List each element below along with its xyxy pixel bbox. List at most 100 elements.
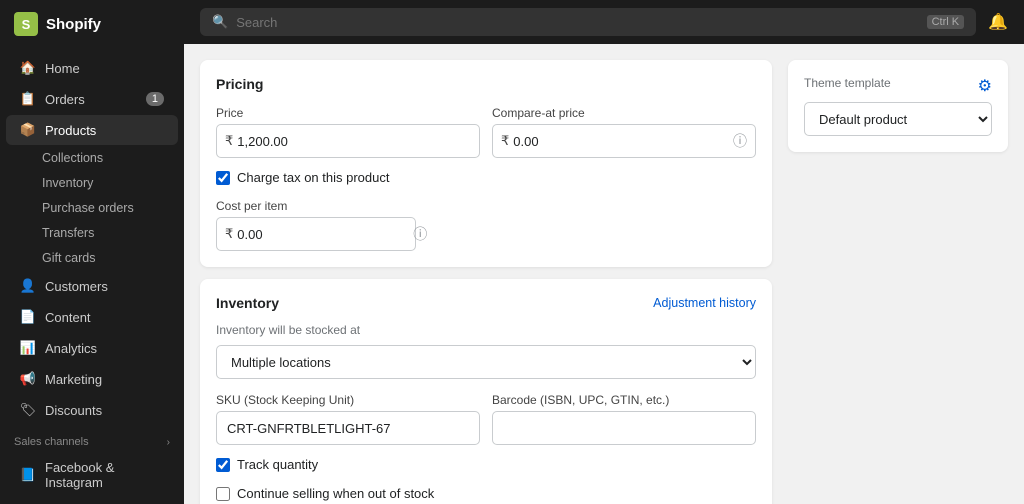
notification-bell-icon[interactable]: 🔔	[988, 12, 1008, 32]
theme-settings-icon[interactable]: ⚙	[978, 76, 992, 96]
price-row: Price ₹ Compare-at price ₹ ⓘ	[216, 106, 756, 158]
barcode-field-group: Barcode (ISBN, UPC, GTIN, etc.)	[492, 393, 756, 445]
sidebar-item-products[interactable]: 📦 Products	[6, 115, 178, 145]
continue-selling-checkbox[interactable]	[216, 487, 230, 501]
sidebar-subitem-purchase-orders[interactable]: Purchase orders	[6, 196, 178, 220]
location-select[interactable]: Multiple locations Single location	[216, 345, 756, 379]
app-logo[interactable]: S Shopify	[0, 0, 184, 48]
cost-input-wrapper: ₹ ⓘ	[216, 217, 416, 251]
sidebar-subitem-inventory[interactable]: Inventory	[6, 171, 178, 195]
sidebar-item-label: Customers	[45, 279, 108, 294]
theme-template-card: Theme template ⚙ Default product Custom	[788, 60, 1008, 152]
search-shortcut: Ctrl K	[927, 15, 965, 29]
transfers-label: Transfers	[42, 226, 94, 240]
app-name: Shopify	[46, 16, 101, 33]
search-input[interactable]	[236, 15, 918, 30]
customers-icon: 👤	[20, 278, 36, 294]
sidebar-item-label: Products	[45, 123, 96, 138]
track-quantity-row: Track quantity	[216, 457, 756, 472]
sidebar: S Shopify 🏠 Home 📋 Orders 1 📦 Products C…	[0, 0, 184, 504]
sidebar-item-content[interactable]: 📄 Content	[6, 302, 178, 332]
sidebar-item-label: Marketing	[45, 372, 102, 387]
sidebar-item-label: Content	[45, 310, 91, 325]
track-quantity-label: Track quantity	[237, 457, 318, 472]
sales-channels-label: Sales channels	[14, 436, 89, 448]
sidebar-subitem-collections[interactable]: Collections	[6, 146, 178, 170]
sidebar-item-label: Analytics	[45, 341, 97, 356]
compare-info-icon[interactable]: ⓘ	[733, 131, 747, 151]
cost-field-group: Cost per item ₹ ⓘ	[216, 199, 416, 251]
facebook-icon: 📘	[20, 467, 36, 483]
orders-badge: 1	[146, 92, 164, 106]
sidebar-item-home[interactable]: 🏠 Home	[6, 53, 178, 83]
pricing-card: Pricing Price ₹ Compare-at price ₹	[200, 60, 772, 267]
sidebar-item-facebook-instagram[interactable]: 📘 Facebook & Instagram	[6, 453, 178, 497]
sku-field-group: SKU (Stock Keeping Unit)	[216, 393, 480, 445]
sidebar-item-label: Discounts	[45, 403, 102, 418]
sidebar-item-customers[interactable]: 👤 Customers	[6, 271, 178, 301]
sidebar-item-orders[interactable]: 📋 Orders 1	[6, 84, 178, 114]
sidebar-item-label: Home	[45, 61, 80, 76]
cost-label: Cost per item	[216, 199, 416, 213]
sidebar-item-analytics[interactable]: 📊 Analytics	[6, 333, 178, 363]
cost-input[interactable]	[237, 227, 413, 242]
analytics-icon: 📊	[20, 340, 36, 356]
continue-selling-label: Continue selling when out of stock	[237, 486, 434, 501]
sidebar-subitem-gift-cards[interactable]: Gift cards	[6, 246, 178, 270]
charge-tax-checkbox[interactable]	[216, 171, 230, 185]
purchase-orders-label: Purchase orders	[42, 201, 134, 215]
shopify-icon: S	[14, 12, 38, 36]
barcode-label: Barcode (ISBN, UPC, GTIN, etc.)	[492, 393, 756, 407]
compare-price-input[interactable]	[513, 134, 733, 149]
price-input-wrapper: ₹	[216, 124, 480, 158]
cost-currency-symbol: ₹	[225, 226, 233, 242]
sidebar-subitem-transfers[interactable]: Transfers	[6, 221, 178, 245]
sidebar-item-label: Orders	[45, 92, 85, 107]
search-icon: 🔍	[212, 14, 228, 30]
barcode-input[interactable]	[492, 411, 756, 445]
home-icon: 🏠	[20, 60, 36, 76]
compare-price-label: Compare-at price	[492, 106, 756, 120]
discounts-icon: 🏷	[20, 402, 36, 418]
price-field-group: Price ₹	[216, 106, 480, 158]
orders-icon: 📋	[20, 91, 36, 107]
charge-tax-label: Charge tax on this product	[237, 170, 389, 185]
price-currency-symbol: ₹	[225, 133, 233, 149]
compare-price-field-group: Compare-at price ₹ ⓘ	[492, 106, 756, 158]
theme-template-label: Theme template	[804, 76, 891, 90]
track-quantity-checkbox[interactable]	[216, 458, 230, 472]
products-icon: 📦	[20, 122, 36, 138]
theme-template-select[interactable]: Default product Custom	[804, 102, 992, 136]
content-icon: 📄	[20, 309, 36, 325]
continue-selling-row: Continue selling when out of stock	[216, 486, 756, 501]
inventory-card: Inventory Adjustment history Inventory w…	[200, 279, 772, 504]
cost-info-icon[interactable]: ⓘ	[413, 224, 427, 244]
adjustment-history-link[interactable]: Adjustment history	[653, 296, 756, 310]
sidebar-item-marketing[interactable]: 📢 Marketing	[6, 364, 178, 394]
sales-channels-section: Sales channels ›	[0, 426, 184, 452]
sidebar-item-online-store[interactable]: 🏪 Online Store	[6, 498, 178, 504]
stocked-at-label: Inventory will be stocked at	[216, 323, 756, 337]
compare-input-wrapper: ₹ ⓘ	[492, 124, 756, 158]
price-label: Price	[216, 106, 480, 120]
page-body: Pricing Price ₹ Compare-at price ₹	[184, 44, 1024, 504]
gift-cards-label: Gift cards	[42, 251, 96, 265]
inventory-title: Inventory	[216, 295, 279, 311]
topbar: 🔍 Ctrl K 🔔	[184, 0, 1024, 44]
sku-input[interactable]	[216, 411, 480, 445]
inventory-header: Inventory Adjustment history	[216, 295, 756, 311]
facebook-label: Facebook & Instagram	[45, 460, 164, 490]
pricing-title: Pricing	[216, 76, 756, 92]
sidebar-item-discounts[interactable]: 🏷 Discounts	[6, 395, 178, 425]
expand-icon: ›	[167, 437, 170, 448]
sku-label: SKU (Stock Keeping Unit)	[216, 393, 480, 407]
right-column: Theme template ⚙ Default product Custom	[788, 60, 1008, 488]
inventory-label: Inventory	[42, 176, 93, 190]
search-box[interactable]: 🔍 Ctrl K	[200, 8, 976, 36]
price-input[interactable]	[237, 134, 471, 149]
center-column: Pricing Price ₹ Compare-at price ₹	[200, 60, 772, 488]
charge-tax-row: Charge tax on this product	[216, 170, 756, 185]
sidebar-nav: 🏠 Home 📋 Orders 1 📦 Products Collections…	[0, 48, 184, 504]
compare-currency-symbol: ₹	[501, 133, 509, 149]
marketing-icon: 📢	[20, 371, 36, 387]
